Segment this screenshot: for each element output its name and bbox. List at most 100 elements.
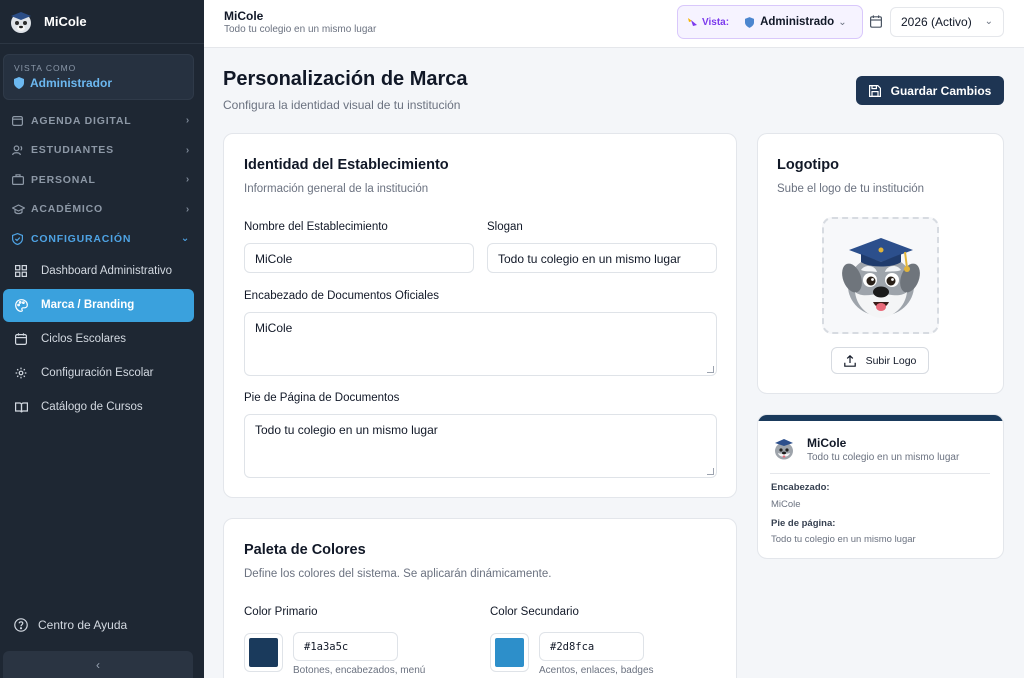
sidebar-item-marca-branding[interactable]: Marca / Branding: [3, 288, 194, 322]
palette-icon: [15, 298, 29, 312]
save-changes-label: Guardar Cambios: [890, 83, 992, 98]
preview-slogan: Todo tu colegio en un mismo lugar: [807, 452, 960, 463]
chevron-down-icon: ⌄: [180, 233, 190, 245]
sidebar-item-dashboard-administrativo[interactable]: Dashboard Administrativo: [3, 255, 194, 288]
identity-card: Identidad del Establecimiento Informació…: [223, 133, 737, 498]
resize-handle-icon[interactable]: [707, 468, 714, 475]
secondary-color-swatch[interactable]: [490, 633, 529, 672]
chevron-right-icon: ›: [185, 174, 190, 186]
topbar-subtitle: Todo tu colegio en un mismo lugar: [224, 24, 377, 35]
topbar: MiCole Todo tu colegio en un mismo lugar…: [204, 0, 1024, 48]
sidebar-item-catalogo-de-cursos[interactable]: Catálogo de Cursos: [3, 391, 194, 424]
collapse-sidebar-button[interactable]: ‹: [3, 651, 193, 678]
document-footer-value: Todo tu colegio en un mismo lugar: [255, 423, 438, 437]
book-open-icon: [15, 401, 29, 413]
view-as-role: Administrador: [14, 76, 183, 90]
shield-icon: [14, 77, 24, 89]
preview-mascot-logo: [775, 439, 793, 460]
calendar-icon: [15, 333, 29, 345]
view-as-role-text: Administrador: [30, 76, 113, 90]
chevron-right-icon: ›: [185, 115, 190, 127]
shield-check-icon: [12, 232, 25, 245]
sidebar-item-label: Ciclos Escolares: [41, 333, 126, 345]
preview-footer-key: Pie de página:: [771, 518, 836, 529]
name-label: Nombre del Establecimiento: [244, 221, 388, 233]
preview-divider: [770, 473, 990, 474]
nav-section-label: AGENDA DIGITAL: [31, 114, 132, 127]
sidebar-item-label: Dashboard Administrativo: [41, 265, 173, 277]
graduation-cap-icon: [12, 204, 25, 215]
view-as-label: VISTA COMO: [14, 63, 77, 73]
primary-color-fill: [249, 638, 278, 667]
upload-logo-label: Subir Logo: [865, 354, 917, 367]
vista-value-text: Administrado: [760, 16, 835, 28]
help-center-link[interactable]: Centro de Ayuda: [14, 618, 127, 632]
logo-card-subtitle: Sube el logo de tu institución: [777, 183, 925, 195]
mascot-logo-icon: [11, 11, 31, 33]
slogan-input[interactable]: Todo tu colegio en un mismo lugar: [487, 243, 717, 273]
sidebar-item-configuracion-escolar[interactable]: Configuración Escolar: [3, 357, 194, 390]
branding-preview-card: MiCole Todo tu colegio en un mismo lugar…: [757, 414, 1004, 559]
document-header-textarea[interactable]: MiCole: [244, 312, 717, 376]
upload-logo-button[interactable]: Subir Logo: [831, 347, 929, 374]
preview-primary-band: [758, 415, 1003, 421]
vista-label: Vista:: [702, 16, 730, 28]
logo-card-title: Logotipo: [777, 157, 840, 173]
primary-color-swatch[interactable]: [244, 633, 283, 672]
brand[interactable]: MiCole: [0, 0, 204, 44]
resize-handle-icon[interactable]: [707, 366, 714, 373]
chevron-right-icon: ›: [185, 203, 190, 215]
sidebar-item-label: Catálogo de Cursos: [41, 401, 143, 413]
logo-dropzone[interactable]: [822, 217, 939, 334]
chevron-down-icon: ⌄: [838, 16, 847, 28]
help-center-label: Centro de Ayuda: [38, 618, 128, 632]
secondary-color-label: Color Secundario: [490, 606, 579, 618]
topbar-title: MiCole: [224, 9, 264, 23]
palette-card-subtitle: Define los colores del sistema. Se aplic…: [244, 568, 552, 580]
palette-card-title: Paleta de Colores: [244, 542, 366, 558]
primary-color-hint: Botones, encabezados, menú: [293, 665, 426, 676]
document-header-label: Encabezado de Documentos Oficiales: [244, 290, 439, 302]
vista-selector[interactable]: Vista: Administrado ⌄: [677, 5, 863, 39]
vista-value: Administrado: [745, 16, 834, 28]
briefcase-icon: [12, 174, 25, 186]
school-year-select[interactable]: 2026 (Activo) ⌄: [890, 7, 1004, 37]
school-year-value: 2026 (Activo): [901, 15, 972, 29]
page-subtitle: Configura la identidad visual de tu inst…: [223, 98, 461, 112]
sidebar-item-ciclos-escolares[interactable]: Ciclos Escolares: [3, 323, 194, 356]
sidebar: MiCole VISTA COMO Administrador AGENDA D…: [0, 0, 204, 678]
users-icon: [12, 145, 25, 156]
preview-name: MiCole: [807, 436, 847, 450]
nav-section-label: ACADÉMICO: [31, 203, 103, 216]
name-input[interactable]: MiCole: [244, 243, 474, 273]
sparkle-icon: [688, 18, 697, 26]
nav-section-configuracion[interactable]: CONFIGURACIÓN ⌄: [0, 224, 204, 254]
secondary-color-hint: Acentos, enlaces, badges: [539, 665, 654, 676]
schnauzer-mascot-logo: [841, 237, 920, 318]
chevron-left-icon: ‹: [96, 657, 100, 672]
slogan-label: Slogan: [487, 221, 523, 233]
nav-section-personal[interactable]: PERSONAL ›: [0, 165, 204, 195]
app-name: MiCole: [44, 14, 87, 29]
shield-icon: [745, 16, 755, 28]
nav-section-label: CONFIGURACIÓN: [31, 232, 132, 245]
preview-header-key: Encabezado:: [771, 482, 830, 493]
sidebar-item-label: Configuración Escolar: [41, 367, 154, 379]
secondary-color-input[interactable]: #2d8fca: [539, 632, 644, 661]
document-footer-label: Pie de Página de Documentos: [244, 392, 400, 404]
primary-color-input[interactable]: #1a3a5c: [293, 632, 398, 661]
save-icon: [868, 84, 881, 97]
document-footer-textarea[interactable]: Todo tu colegio en un mismo lugar: [244, 414, 717, 478]
nav-section-estudiantes[interactable]: ESTUDIANTES ›: [0, 136, 204, 166]
view-as-panel[interactable]: VISTA COMO Administrador: [3, 54, 194, 100]
gear-icon: [15, 367, 29, 379]
nav-section-agenda-digital[interactable]: AGENDA DIGITAL ›: [0, 106, 204, 136]
nav-section-academico[interactable]: ACADÉMICO ›: [0, 195, 204, 225]
calendar-icon: [12, 115, 25, 127]
page-title: Personalización de Marca: [223, 68, 468, 90]
save-changes-button[interactable]: Guardar Cambios: [856, 76, 1004, 105]
identity-card-subtitle: Información general de la institución: [244, 183, 429, 195]
chevron-right-icon: ›: [185, 144, 190, 156]
palette-card: Paleta de Colores Define los colores del…: [223, 518, 737, 678]
secondary-color-fill: [495, 638, 524, 667]
